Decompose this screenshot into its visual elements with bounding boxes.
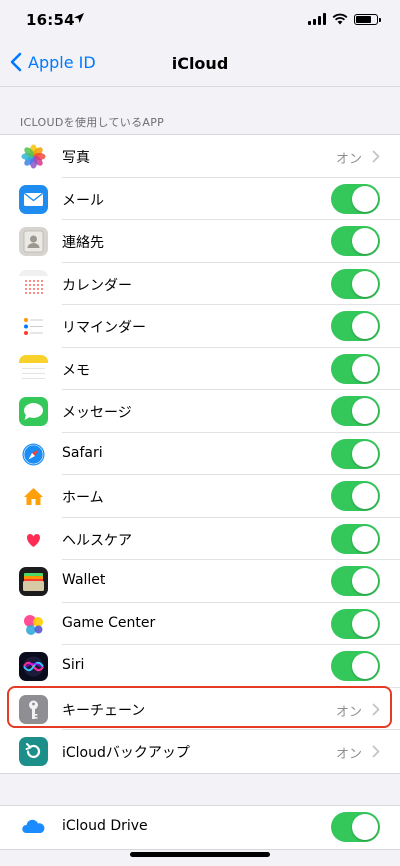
status-value: オン	[335, 747, 362, 762]
safari-toggle[interactable]	[331, 438, 380, 469]
page-title: iCloud	[171, 54, 229, 73]
game-center-toggle[interactable]	[331, 608, 380, 639]
app-row-icloud-backup[interactable]: iCloudバックアップ オン	[0, 730, 400, 773]
app-label: メモ	[62, 362, 90, 379]
siri-icon	[19, 652, 48, 681]
icloud-drive-label: iCloud Drive	[62, 818, 148, 834]
icloud-drive-group: iCloud Drive	[0, 805, 400, 850]
app-row-siri: Siri	[0, 645, 400, 688]
status-time: 16:54	[26, 11, 75, 29]
wallet-icon	[19, 567, 48, 596]
app-label: 連絡先	[62, 235, 104, 251]
app-label: iCloudバックアップ	[62, 745, 190, 761]
safari-icon	[19, 439, 48, 469]
reminders-toggle[interactable]	[331, 311, 380, 341]
status-icons	[308, 13, 381, 25]
app-row-health: ヘルスケア	[0, 518, 400, 560]
app-row-game-center: Game Center	[0, 603, 400, 645]
chevron-right-icon	[372, 150, 380, 163]
apps-list: 写真 オン メール 連絡先 カレンダー リマインダー メモ メッセージ Safari ホーム ヘルス…	[0, 134, 400, 774]
chevron-right-icon	[372, 745, 380, 758]
status-bar: 16:54	[0, 0, 400, 44]
calendar-toggle[interactable]	[331, 268, 380, 299]
app-row-calendar: カレンダー	[0, 263, 400, 305]
health-icon	[19, 524, 48, 554]
mail-icon	[19, 184, 48, 214]
app-label: ヘルスケア	[62, 532, 132, 549]
icloud-backup-icon	[19, 737, 48, 766]
app-row-wallet: Wallet	[0, 560, 400, 603]
status-value: オン	[335, 152, 362, 167]
app-row-home-app: ホーム	[0, 475, 400, 518]
app-label: Wallet	[62, 572, 106, 588]
siri-toggle[interactable]	[331, 651, 380, 681]
messages-toggle[interactable]	[331, 396, 380, 426]
notes-toggle[interactable]	[331, 353, 380, 384]
home-app-icon	[19, 482, 48, 511]
app-label: メール	[62, 192, 104, 209]
icloud-drive-row: iCloud Drive	[0, 806, 400, 849]
navigation-bar: Apple ID iCloud	[0, 44, 400, 87]
home-indicator[interactable]	[130, 852, 270, 857]
game-center-icon	[19, 609, 48, 639]
app-row-safari: Safari	[0, 433, 400, 475]
reminders-icon	[19, 312, 48, 341]
notes-icon	[19, 354, 48, 384]
messages-icon	[19, 397, 48, 426]
app-label: 写真	[62, 150, 90, 166]
app-label: メッセージ	[62, 405, 132, 421]
app-row-notes: メモ	[0, 348, 400, 390]
app-label: Siri	[62, 657, 85, 673]
location-arrow-icon	[74, 13, 84, 23]
home-app-toggle[interactable]	[331, 481, 380, 511]
app-label: リマインダー	[62, 320, 146, 336]
app-row-mail: メール	[0, 178, 400, 220]
wallet-toggle[interactable]	[331, 566, 380, 596]
icloud-drive-icon	[19, 813, 48, 842]
app-row-reminders: リマインダー	[0, 305, 400, 348]
battery-icon	[354, 13, 381, 25]
app-row-contacts: 連絡先	[0, 220, 400, 263]
app-row-messages: メッセージ	[0, 390, 400, 433]
calendar-icon	[19, 269, 48, 299]
app-label: ホーム	[62, 490, 104, 506]
photos-icon	[19, 142, 48, 171]
keychain-highlight-box	[7, 686, 392, 728]
contacts-icon	[19, 227, 48, 256]
app-label: カレンダー	[62, 277, 132, 294]
app-label: Game Center	[62, 614, 156, 631]
section-header: ICLOUDを使用しているAPP	[20, 116, 165, 129]
app-row-photos[interactable]: 写真 オン	[0, 135, 400, 178]
health-toggle[interactable]	[331, 523, 380, 554]
app-label: Safari	[62, 444, 103, 461]
wifi-icon	[332, 13, 348, 25]
contacts-toggle[interactable]	[331, 226, 380, 256]
icloud-drive-toggle[interactable]	[331, 812, 380, 842]
mail-toggle[interactable]	[331, 183, 380, 214]
cellular-signal-icon	[308, 13, 326, 25]
